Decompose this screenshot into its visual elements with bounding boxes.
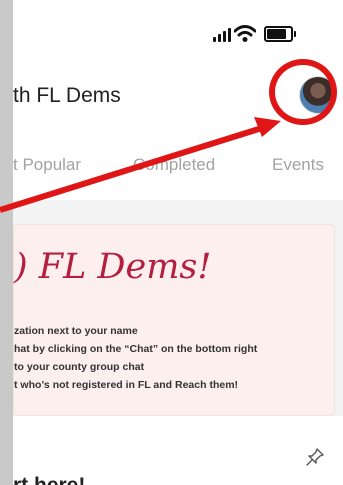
announcement-heading: ) FL Dems! [14,247,212,287]
announcement-line: to your county group chat [14,361,145,373]
tab-bar: t Popular Completed Events [13,126,343,200]
highlight-circle-annotation [269,59,337,125]
announcement-line: zation next to your name [14,325,138,337]
pinned-post[interactable]: rt here! [13,416,343,485]
announcement-line: hat by clicking on the “Chat” on the bot… [14,343,258,355]
tab-most-popular[interactable]: t Popular [13,155,81,175]
pin-icon[interactable] [306,448,324,466]
app-frame: th FL Dems t Popular Completed Events ) … [0,0,343,485]
page-title: th FL Dems [13,84,121,107]
tab-events[interactable]: Events [272,155,324,175]
wifi-icon [234,25,256,42]
left-edge-bar [0,0,13,485]
battery-icon [264,26,296,42]
announcement-card[interactable]: ) FL Dems! zation next to your name hat … [13,224,335,416]
tab-completed[interactable]: Completed [133,155,215,175]
post-title: rt here! [13,474,85,485]
status-bar [13,0,343,62]
announcement-line: t who’s not registered in FL and Reach t… [14,379,239,391]
announcement-lines: zation next to your name hat by clicking… [14,322,334,394]
